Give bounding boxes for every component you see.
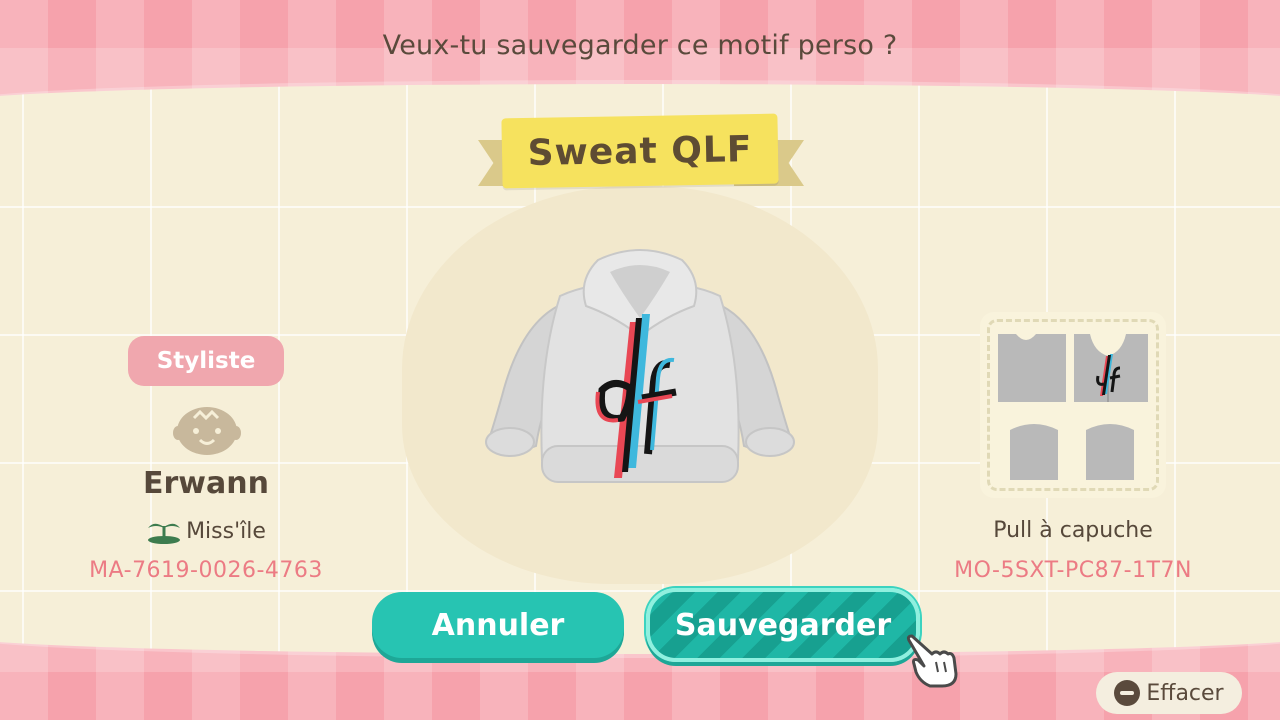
island-icon [148,523,181,544]
design-code: MO-5SXT-PC87-1T7N [954,558,1192,583]
clear-button-label: Effacer [1146,680,1224,706]
ribbon-banner: Sweat QLF [501,113,779,189]
creator-code: MA-7619-0026-4763 [89,558,323,583]
stylist-badge-label: Styliste [156,348,256,374]
hoodie-preview [485,249,795,483]
header-bar: Veux-tu sauvegarder ce motif perso ? [0,0,1280,96]
design-type: Pull à capuche [993,518,1153,543]
pattern-template-graphic [998,334,1148,480]
pattern-layout-card [980,312,1166,498]
design-title: Sweat QLF [527,128,753,174]
creator-name: Erwann [143,466,269,501]
hand-cursor-icon [906,634,958,688]
cancel-button[interactable]: Annuler [372,592,624,658]
design-title-ribbon: Sweat QLF [478,112,804,196]
creator-island: Miss'île [100,518,312,544]
island-name: Miss'île [186,518,266,544]
save-button[interactable]: Sauvegarder [646,588,920,662]
clear-button[interactable]: Effacer [1096,672,1242,714]
villager-face-icon [173,407,241,455]
save-prompt: Veux-tu sauvegarder ce motif perso ? [382,30,898,61]
stylist-badge: Styliste [128,336,284,386]
minus-button-icon [1114,680,1141,706]
